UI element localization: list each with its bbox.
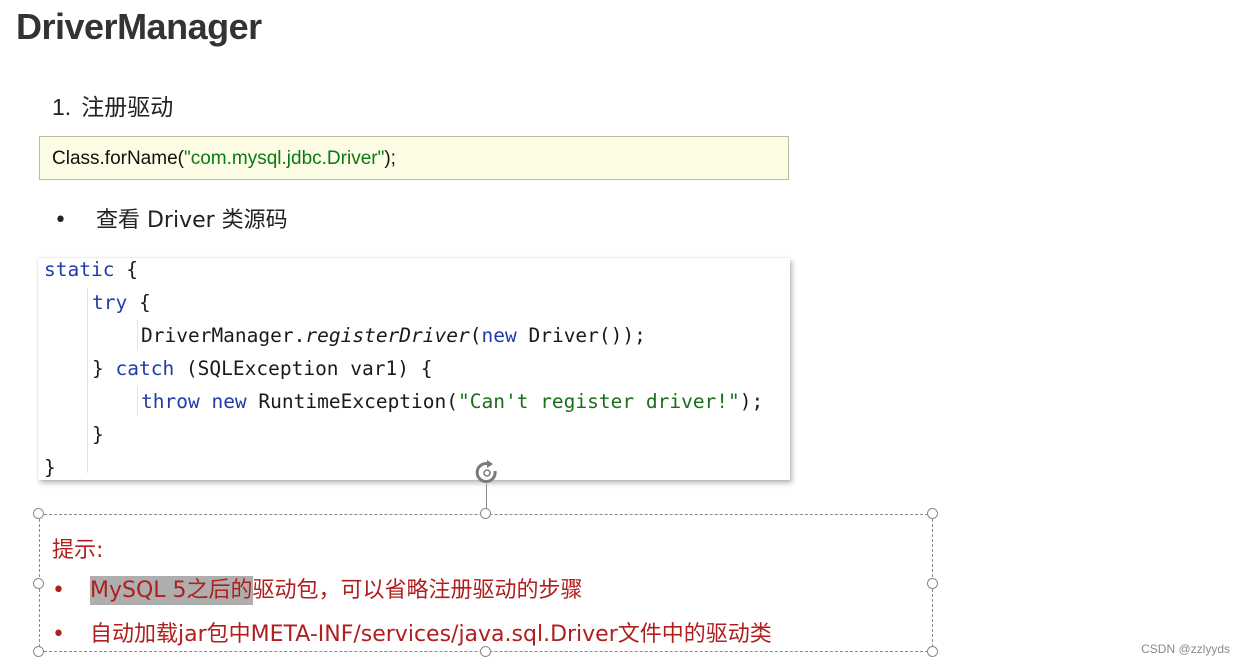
resize-handle-top-left[interactable]	[33, 508, 44, 519]
resize-handle-top-right[interactable]	[927, 508, 938, 519]
code-text: DriverManager.	[141, 324, 306, 347]
code-text: Driver());	[516, 324, 646, 347]
page-title: DriverManager	[16, 6, 262, 47]
kw-catch: catch	[115, 357, 175, 380]
resize-handle-top-middle[interactable]	[480, 508, 491, 519]
code-line-7: }	[44, 456, 56, 479]
driver-source-code-panel: static { try { DriverManager.registerDri…	[38, 258, 790, 480]
code-line-3: DriverManager.registerDriver(new Driver(…	[141, 324, 646, 347]
bullet-text: 查看 Driver 类源码	[96, 208, 288, 233]
tip-title: 提示:	[52, 538, 104, 563]
code-prefix: Class.forName(	[52, 148, 184, 169]
highlighted-text: MySQL 5之后的	[90, 576, 253, 605]
indent-guide-inner	[137, 386, 138, 416]
step-heading: 1. 注册驱动	[52, 88, 173, 122]
bullet-view-source: • 查看 Driver 类源码	[54, 202, 288, 234]
method-register-driver: registerDriver	[305, 324, 470, 347]
step-number: 1.	[52, 94, 72, 120]
code-line-5: throw new RuntimeException("Can't regist…	[141, 390, 763, 413]
indent-guide	[87, 288, 88, 473]
code-text: (SQLException var1) {	[174, 357, 433, 380]
kw-new: new	[211, 390, 247, 413]
bullet-dot: •	[52, 578, 65, 603]
code-text: {	[127, 291, 151, 314]
indent-guide-inner	[137, 320, 138, 350]
tip-item-1-text: 驱动包，可以省略注册驱动的步骤	[252, 578, 583, 603]
string-literal: "Can't register driver!"	[458, 390, 740, 413]
kw-try: try	[92, 291, 128, 314]
resize-handle-bottom-right[interactable]	[927, 646, 938, 657]
kw-new: new	[481, 324, 517, 347]
csdn-watermark: CSDN @zzlyyds	[1141, 642, 1230, 656]
resize-handle-middle-left[interactable]	[33, 578, 44, 589]
code-line-2: try {	[92, 291, 151, 314]
bullet-dot: •	[52, 622, 65, 647]
tip-item-2: • 自动加载jar包中META-INF/services/java.sql.Dri…	[52, 616, 772, 648]
resize-handle-bottom-left[interactable]	[33, 646, 44, 657]
code-text: }	[92, 357, 116, 380]
tip-item-1: • MySQL 5之后的驱动包，可以省略注册驱动的步骤	[52, 572, 583, 605]
code-text: {	[114, 258, 138, 281]
code-line-1: static {	[44, 258, 138, 281]
code-text: }	[92, 423, 104, 446]
step-text: 注册驱动	[81, 95, 174, 121]
bullet-dot: •	[54, 208, 67, 233]
rotate-handle-icon[interactable]	[473, 459, 501, 487]
code-text: );	[739, 390, 764, 413]
class-forname-code-box: Class.forName("com.mysql.jdbc.Driver");	[39, 136, 789, 180]
code-line-6: }	[92, 423, 104, 446]
code-text: RuntimeException(	[246, 390, 459, 413]
code-text: (	[469, 324, 482, 347]
code-text: }	[44, 456, 56, 479]
kw-throw: throw	[141, 390, 200, 413]
kw-static: static	[44, 258, 115, 281]
code-string: "com.mysql.jdbc.Driver"	[183, 148, 385, 169]
tip-item-2-text: 自动加载jar包中META-INF/services/java.sql.Driv…	[90, 622, 772, 647]
resize-handle-middle-right[interactable]	[927, 578, 938, 589]
code-line-4: } catch (SQLException var1) {	[92, 357, 432, 380]
code-suffix: );	[384, 148, 396, 169]
